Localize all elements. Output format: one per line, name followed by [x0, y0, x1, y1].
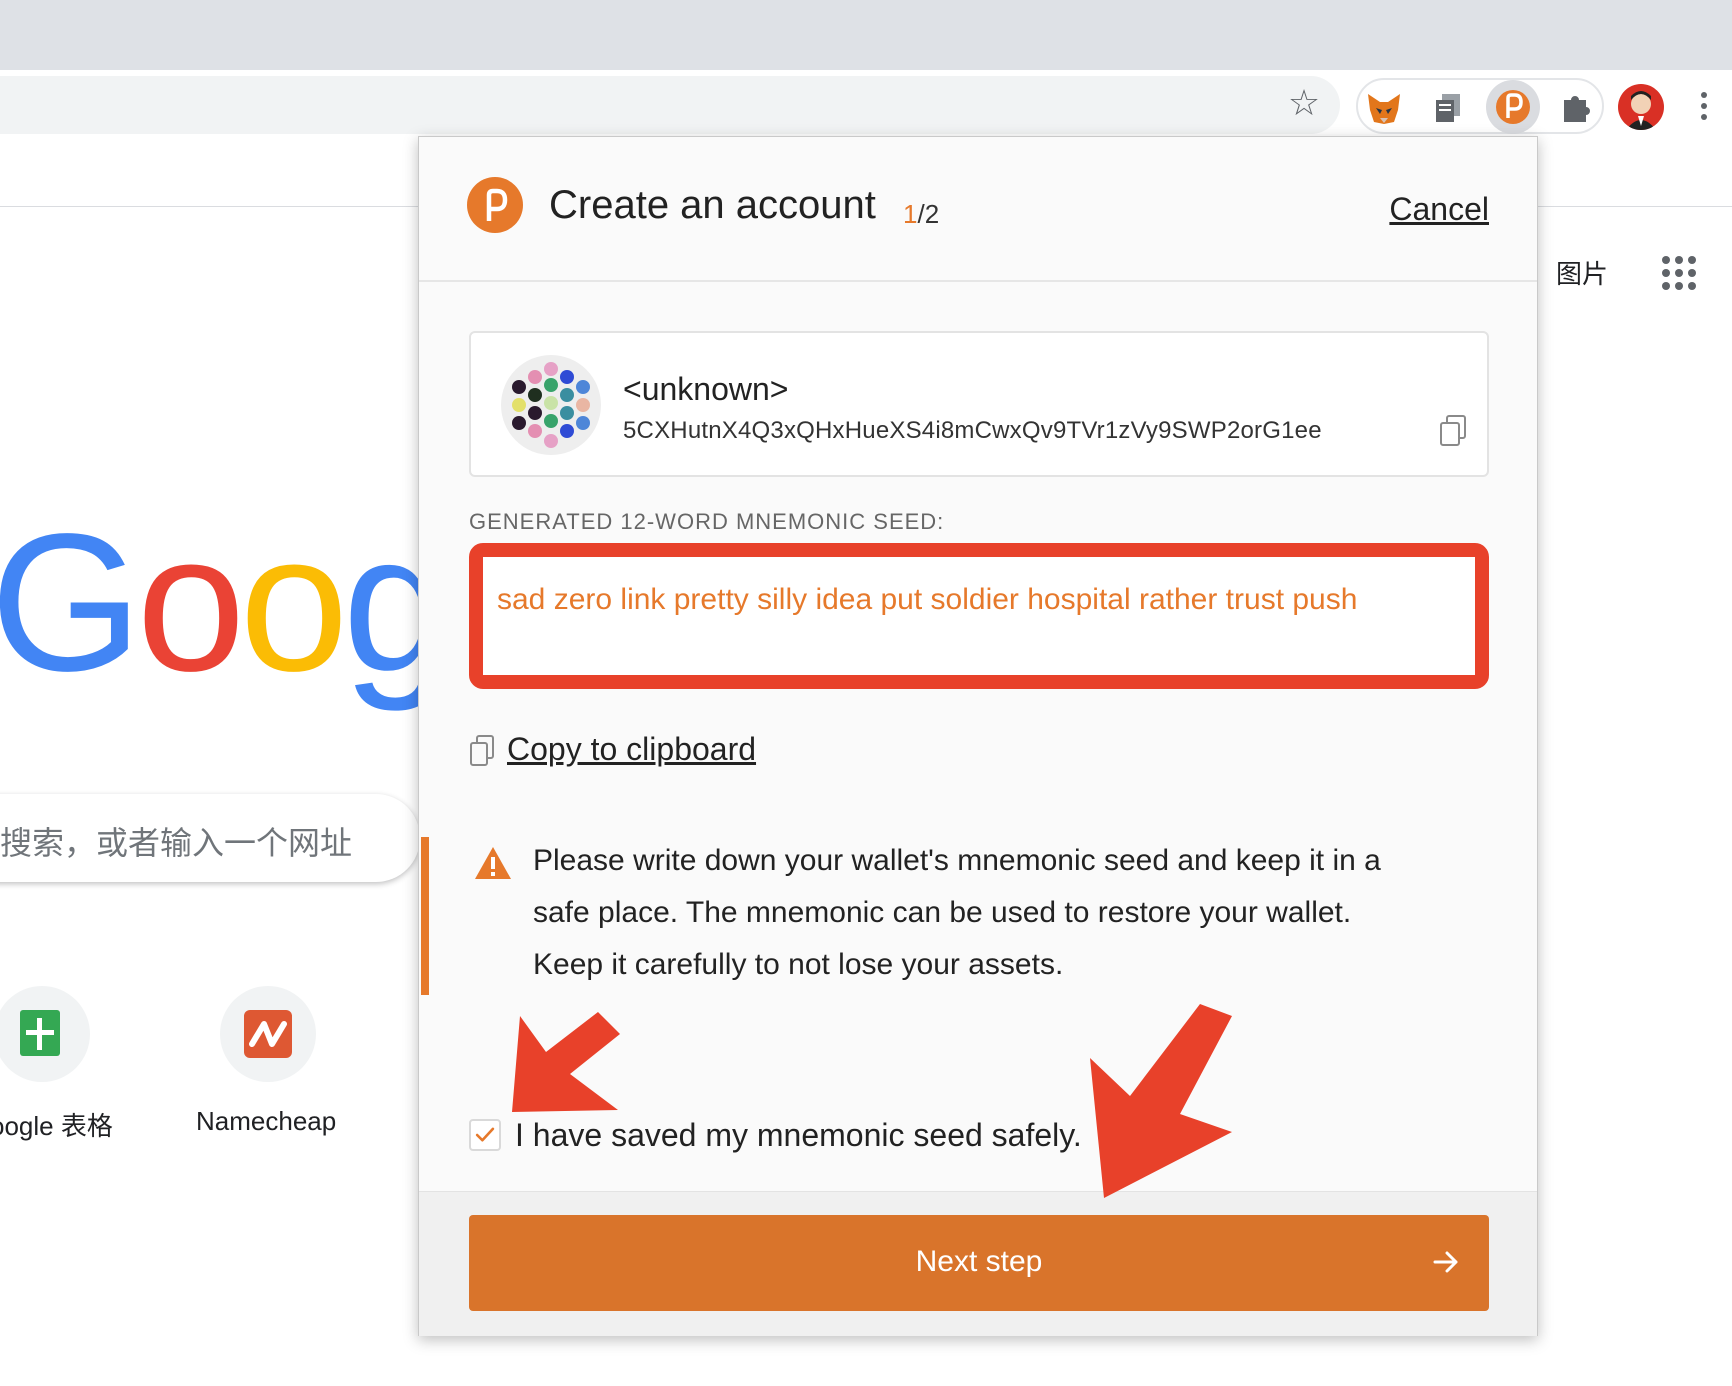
account-address: 5CXHutnX4Q3xQHxHueXS4i8mCwxQv9TVr1zVy9SW… [623, 417, 1322, 444]
warning-accent-bar [421, 837, 429, 995]
warning-message: Please write down your wallet's mnemonic… [533, 844, 1381, 981]
profile-avatar[interactable] [1618, 84, 1664, 130]
create-account-popup: Create an account 1/2 Cancel <unknown> 5… [418, 136, 1538, 1336]
step-total: /2 [917, 199, 940, 229]
svg-text:Goog: Goog [0, 500, 420, 712]
warning-icon [475, 847, 511, 879]
polkadot-icon [1496, 90, 1530, 124]
browser-menu-icon[interactable] [1694, 88, 1714, 128]
shortcut-label[interactable]: Namecheap [196, 1106, 336, 1137]
popup-header: Create an account 1/2 Cancel [419, 137, 1537, 282]
copy-to-clipboard-label[interactable]: Copy to clipboard [507, 731, 756, 768]
clipboard-icon [470, 735, 494, 766]
puzzle-icon[interactable] [1556, 88, 1596, 128]
polkadot-extension-button[interactable] [1486, 80, 1540, 134]
metamask-fox-icon[interactable] [1364, 88, 1404, 128]
saved-seed-checkbox-label[interactable]: I have saved my mnemonic seed safely. [515, 1117, 1082, 1154]
next-step-label: Next step [915, 1245, 1043, 1278]
polkadot-logo-icon [467, 177, 523, 233]
google-logo: Goog [0, 500, 420, 712]
images-link[interactable]: 图片 [1556, 254, 1608, 291]
arrow-right-icon [1433, 1251, 1458, 1273]
mnemonic-seed-text[interactable]: sad zero link pretty silly idea put sold… [497, 583, 1357, 617]
step-indicator: 1/2 [903, 199, 939, 230]
copy-extension-icon[interactable] [1428, 88, 1468, 128]
seed-label: GENERATED 12-WORD MNEMONIC SEED: [469, 509, 945, 534]
shortcut-label[interactable]: oogle 表格 [0, 1106, 113, 1143]
account-identicon [501, 355, 601, 455]
next-step-button[interactable]: Next step [469, 1215, 1489, 1311]
shortcut-namecheap[interactable] [220, 986, 316, 1082]
namecheap-icon [244, 1010, 292, 1058]
account-card: <unknown> 5CXHutnX4Q3xQHxHueXS4i8mCwxQv9… [469, 331, 1489, 477]
checkmark-icon [475, 1127, 495, 1142]
google-apps-icon[interactable] [1662, 256, 1696, 290]
shortcut-google-sheets[interactable] [0, 986, 90, 1082]
account-name: <unknown> [623, 371, 789, 407]
bookmark-star-icon[interactable]: ☆ [1284, 84, 1324, 124]
page-title: Create an account [549, 183, 876, 227]
step-current: 1 [903, 199, 918, 229]
saved-seed-checkbox[interactable] [469, 1119, 501, 1151]
copy-address-icon[interactable] [1439, 415, 1467, 447]
google-sheets-icon [20, 1010, 60, 1056]
search-placeholder[interactable]: 搜索，或者输入一个网址 [0, 818, 352, 864]
tab-strip [0, 0, 1732, 70]
address-bar[interactable] [0, 76, 1340, 134]
cancel-link[interactable]: Cancel [1389, 191, 1489, 228]
mnemonic-seed-box[interactable]: sad zero link pretty silly idea put sold… [469, 543, 1489, 689]
